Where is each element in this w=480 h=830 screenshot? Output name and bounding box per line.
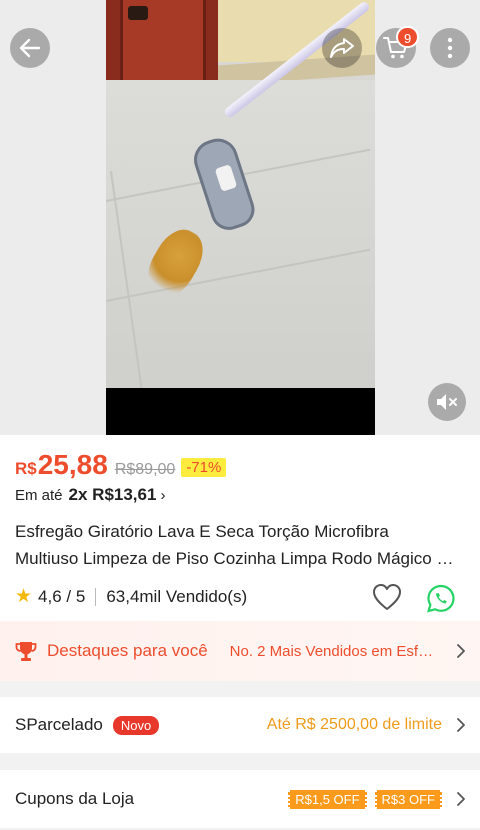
sparcelado-row[interactable]: SParcelado Novo Até R$ 2500,00 de limite — [0, 697, 480, 753]
chevron-right-icon: › — [160, 487, 166, 504]
rating-score: 4,6 / 5 — [38, 586, 86, 606]
product-title-line: Esfregão Giratório Lava E Seca Torção Mi… — [15, 522, 389, 541]
divider — [95, 587, 97, 606]
rating-row[interactable]: ★ 4,6 / 5 63,4mil Vendido(s) — [15, 585, 247, 608]
price-current: 25,88 — [37, 449, 108, 480]
whatsapp-icon — [427, 584, 455, 613]
chevron-right-icon — [457, 718, 465, 732]
cart-count-badge: 9 — [396, 26, 420, 48]
price-original: R$89,00 — [114, 461, 176, 478]
chevron-right-icon — [457, 792, 465, 806]
installment-prefix: Em até — [15, 487, 63, 504]
installment-value: 2x R$13,61 — [68, 485, 157, 504]
new-badge: Novo — [112, 715, 160, 735]
more-options-button[interactable] — [430, 28, 470, 68]
product-title: Esfregão Giratório Lava E Seca Torção Mi… — [15, 518, 467, 572]
highlights-description: No. 2 Mais Vendidos em Esfregões — [229, 642, 438, 660]
installment-link[interactable]: Em até 2x R$13,61 › — [15, 485, 165, 505]
highlights-banner[interactable]: Destaques para você No. 2 Mais Vendidos … — [0, 621, 480, 681]
coupon-list: R$1,5 OFF R$3 OFF — [280, 789, 442, 809]
heart-icon — [373, 584, 401, 610]
highlights-title: Destaques para você — [47, 641, 208, 660]
coupon-tag: R$1,5 OFF — [288, 789, 367, 809]
favorite-button[interactable] — [372, 583, 402, 613]
share-icon — [330, 38, 354, 58]
video-letterbox — [106, 388, 375, 435]
video-floor — [106, 80, 375, 390]
video-door-lock — [128, 6, 148, 20]
product-title-line: Multiuso Limpeza de Piso Cozinha Limpa R… — [15, 549, 467, 568]
discount-badge: -71% — [181, 458, 227, 477]
price-currency: R$ — [15, 459, 37, 478]
product-media[interactable]: 9 — [0, 0, 480, 435]
product-info: R$ 25,88 R$89,00 -71% Em até 2x R$13,61 … — [0, 435, 480, 621]
star-icon: ★ — [15, 586, 33, 607]
price-row: R$ 25,88 R$89,00 -71% — [15, 449, 227, 481]
sparcelado-limit: Até R$ 2500,00 de limite — [266, 716, 442, 733]
back-button[interactable] — [10, 28, 50, 68]
mute-icon — [437, 394, 457, 410]
sold-count: 63,4mil Vendido(s) — [106, 586, 248, 606]
mute-button[interactable] — [428, 383, 466, 421]
trophy-icon — [15, 642, 37, 661]
store-coupons-label: Cupons da Loja — [15, 789, 135, 808]
store-coupons-row[interactable]: Cupons da Loja R$1,5 OFF R$3 OFF — [0, 770, 480, 828]
chevron-right-icon — [457, 644, 465, 658]
more-vertical-icon — [447, 37, 453, 59]
back-arrow-icon — [19, 38, 41, 58]
share-button[interactable] — [322, 28, 362, 68]
coupon-tag: R$3 OFF — [374, 789, 442, 809]
sparcelado-label: SParcelado — [15, 715, 103, 734]
whatsapp-share-button[interactable] — [425, 583, 457, 615]
